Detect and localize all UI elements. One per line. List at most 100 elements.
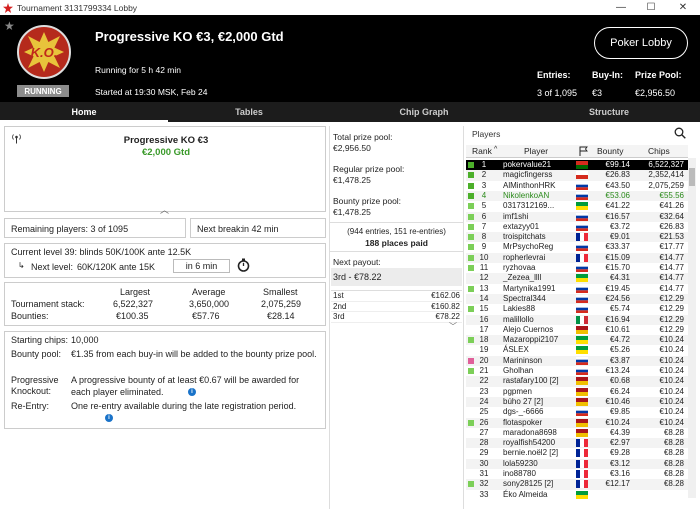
- player-chips: €14.77: [659, 252, 684, 262]
- table-row[interactable]: 6 imf1shi €16.57 €32.64: [466, 211, 688, 222]
- table-row[interactable]: 20 Marininson €3.87 €10.24: [466, 355, 688, 366]
- table-row[interactable]: 32 sony28125 [2] €12.17 €8.28: [466, 479, 688, 490]
- country-flag-icon: [576, 284, 588, 293]
- table-row[interactable]: 15 Lakies88 €5.74 €12.29: [466, 304, 688, 314]
- progressive-ko-label-line1: Progressive: [11, 375, 59, 385]
- player-bounty: €15.09: [605, 252, 630, 262]
- table-row[interactable]: 1 pokervalue21 €99.14 6,522,327: [466, 160, 688, 171]
- table-row[interactable]: 5 0317312169... €41.22 €41.26: [466, 201, 688, 211]
- tab-home[interactable]: Home: [0, 102, 168, 122]
- chips-column-header[interactable]: Chips: [648, 146, 670, 156]
- payout-row: 1st €162.06: [331, 291, 462, 302]
- table-row[interactable]: 17 Alejo Cuernos €10.61 €12.29: [466, 325, 688, 335]
- info-icon[interactable]: i: [105, 414, 113, 422]
- player-rank: 23: [479, 386, 489, 396]
- table-row[interactable]: 13 Martynika1991 €19.45 €14.77: [466, 284, 688, 294]
- table-row[interactable]: 19 ÁSLEX €5.26 €10.24: [466, 345, 688, 355]
- close-button[interactable]: ✕: [666, 0, 700, 15]
- table-row[interactable]: 7 extazyy01 €3.72 €26.83: [466, 222, 688, 232]
- table-row[interactable]: 33 Éko Almeida: [466, 490, 688, 500]
- table-row[interactable]: 18 Mazaroppi2107 €4.72 €10.24: [466, 335, 688, 346]
- player-name: pokervalue21: [503, 160, 552, 169]
- tab-chip-graph[interactable]: Chip Graph: [330, 102, 518, 122]
- country-flag-icon: [576, 171, 588, 180]
- table-row[interactable]: 25 dgs-_-6666 €9.85 €10.24: [466, 407, 688, 417]
- player-column-header[interactable]: Player: [524, 146, 548, 156]
- player-rank: 15: [479, 304, 489, 314]
- table-row[interactable]: 4 NikolenkoAN €53.06 €55.56: [466, 190, 688, 202]
- player-rank: 31: [479, 469, 489, 478]
- tab-structure[interactable]: Structure: [518, 102, 700, 122]
- table-row[interactable]: 8 troispitchats €9.01 €21.53: [466, 232, 688, 243]
- favorite-star-icon[interactable]: ★: [4, 19, 15, 33]
- search-icon[interactable]: [674, 127, 686, 141]
- table-row[interactable]: 30 lola59230 €3.12 €8.28: [466, 458, 688, 469]
- tournament-title: Progressive KO €3, €2,000 Gtd: [95, 29, 284, 44]
- player-bounty: €10.46: [605, 396, 630, 406]
- player-chips: €17.77: [659, 242, 684, 252]
- maximize-button[interactable]: ☐: [634, 0, 668, 15]
- player-rank: 9: [481, 242, 487, 252]
- player-bounty: €2.97: [609, 438, 630, 448]
- status-square-icon: [468, 254, 474, 261]
- table-row[interactable]: 10 ropherlevrai €15.09 €14.77: [466, 252, 688, 263]
- table-row[interactable]: 22 rastafary100 [2] €0.68 €10.24: [466, 376, 688, 387]
- prizepool-value: €2,956.50: [635, 88, 676, 98]
- table-row[interactable]: 29 bernie.noël2 [2] €9.28 €8.28: [466, 448, 688, 458]
- table-row[interactable]: 2 magicfingerss €26.83 2,352,414: [466, 170, 688, 181]
- country-flag-icon: [576, 418, 588, 427]
- country-flag-icon: [576, 212, 588, 221]
- expand-chevron-icon[interactable]: ﹀: [449, 321, 457, 332]
- stack-largest: 6,522,327: [113, 299, 154, 309]
- table-row[interactable]: 28 royalfish54200 €2.97 €8.28: [466, 438, 688, 449]
- player-name: Éko Almeida: [503, 489, 548, 499]
- player-chips: €55.56: [659, 190, 684, 200]
- player-name: pgpmen: [503, 386, 532, 396]
- player-name: Marininson: [503, 355, 543, 365]
- table-row[interactable]: 21 Gholhan €13.24 €10.24: [466, 366, 688, 376]
- table-row[interactable]: 3 AlMinthonHRK €43.50 2,075,259: [466, 181, 688, 191]
- poker-lobby-button[interactable]: Poker Lobby: [594, 27, 688, 59]
- table-row[interactable]: 14 Spectral344 €24.56 €12.29: [466, 293, 688, 305]
- player-bounty: €3.72: [609, 221, 630, 231]
- table-row[interactable]: 27 maradona8698 €4.39 €8.28: [466, 428, 688, 438]
- minimize-button[interactable]: —: [604, 0, 638, 15]
- bounty-prize-value: €1,478.25: [333, 207, 371, 217]
- table-row[interactable]: 16 malillollo €16.94 €12.29: [466, 314, 688, 325]
- country-flag-icon: [576, 222, 588, 231]
- player-bounty: €24.56: [605, 293, 630, 303]
- bounty-column-header[interactable]: Bounty: [597, 146, 623, 156]
- player-chips: €10.24: [659, 345, 684, 355]
- rank-column-header[interactable]: Rank: [472, 146, 492, 156]
- table-row[interactable]: 11 ryzhovaa €15.70 €14.77: [466, 263, 688, 273]
- player-rank: 3: [481, 180, 487, 190]
- stack-smallest: 2,075,259: [261, 299, 302, 309]
- table-row[interactable]: 23 pgpmen €6.24 €10.24: [466, 387, 688, 397]
- table-row[interactable]: 12 _Zezea_llll €4.31 €14.77: [466, 273, 688, 284]
- players-scrollbar[interactable]: [688, 158, 696, 498]
- entries-label: Entries:: [537, 70, 571, 80]
- info-icon[interactable]: i: [188, 388, 196, 396]
- flag-column-icon[interactable]: [579, 146, 588, 158]
- country-flag-icon: [576, 325, 588, 334]
- player-bounty: €13.24: [605, 366, 630, 375]
- table-row[interactable]: 31 ino88780 €3.16 €8.28: [466, 469, 688, 479]
- status-square-icon: [468, 481, 474, 488]
- player-search-input[interactable]: Players: [472, 129, 500, 139]
- player-bounty: €99.14: [605, 160, 630, 169]
- player-bounty: €4.31: [609, 273, 630, 283]
- player-rank: 22: [479, 376, 489, 386]
- table-row[interactable]: 26 flotaspoker €10.24 €10.24: [466, 417, 688, 428]
- player-name: Alejo Cuernos: [503, 324, 554, 334]
- players-table-header: Rank ^ Player Bounty Chips: [466, 145, 688, 158]
- collapse-chevron-icon[interactable]: ︿: [160, 203, 169, 216]
- table-row[interactable]: 9 MrPsychoReg €33.37 €17.77: [466, 242, 688, 252]
- player-rank: 28: [479, 438, 489, 448]
- table-row[interactable]: 24 búho 27 [2] €10.46 €10.24: [466, 396, 688, 408]
- tab-tables[interactable]: Tables: [168, 102, 330, 122]
- player-bounty: €9.28: [609, 448, 630, 458]
- starting-chips-value: 10,000: [71, 335, 99, 345]
- scrollbar-thumb[interactable]: [689, 168, 695, 186]
- next-level-label: Next level:: [31, 262, 74, 272]
- tab-bar: Home Tables Chip Graph Structure: [0, 102, 700, 122]
